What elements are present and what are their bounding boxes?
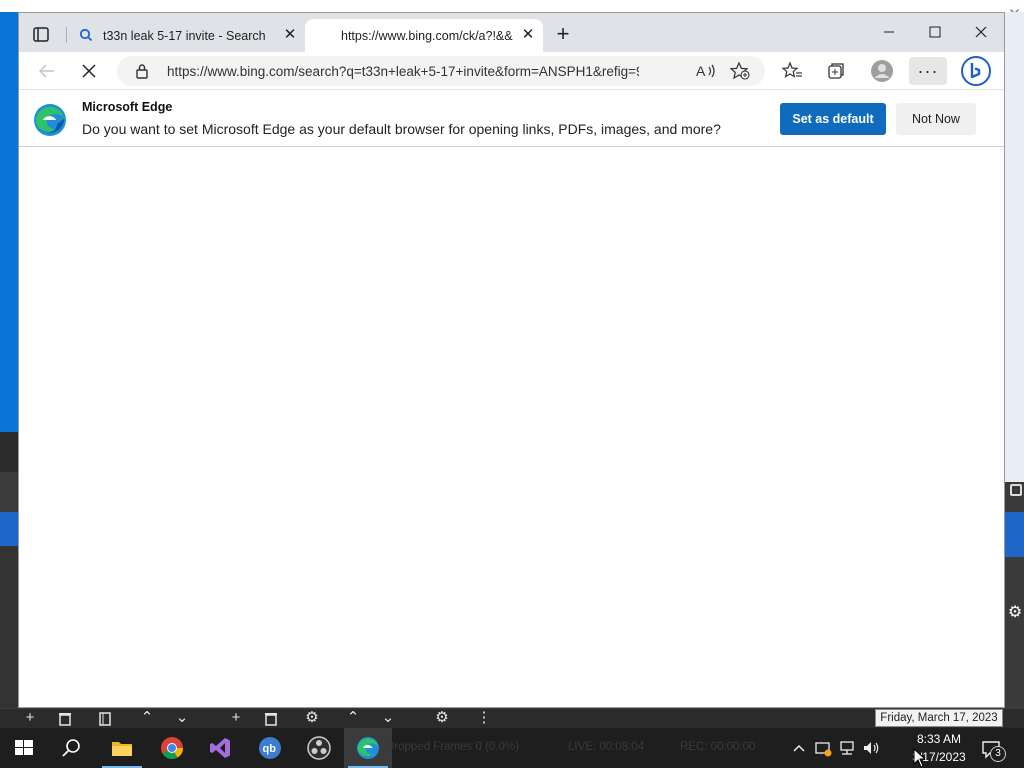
obs-filter-icon[interactable]	[92, 709, 118, 729]
read-aloud-icon[interactable]: A	[695, 61, 717, 86]
background-window-edge	[0, 0, 1024, 12]
add-favorite-icon[interactable]	[729, 61, 751, 86]
profile-avatar-icon[interactable]	[867, 57, 897, 85]
lock-icon[interactable]	[135, 63, 149, 84]
tab-close-icon[interactable]: ✕	[282, 27, 298, 43]
obs-more-icon[interactable]: ⋮	[471, 709, 497, 729]
background-square-icon	[1010, 484, 1022, 496]
obs-live-timer: LIVE: 00:08:04	[568, 741, 645, 753]
chrome-icon[interactable]	[148, 728, 196, 768]
obs-add-icon[interactable]: +	[17, 709, 43, 729]
settings-more-icon[interactable]: ···	[909, 57, 947, 85]
date-tooltip: Friday, March 17, 2023	[875, 709, 1003, 727]
svg-text:qb: qb	[263, 743, 277, 755]
infobar-title: Microsoft Edge	[82, 100, 173, 114]
qbittorrent-icon[interactable]: qb	[246, 728, 294, 768]
action-center-icon[interactable]: 3	[980, 736, 1008, 762]
file-explorer-icon[interactable]	[98, 728, 146, 768]
obs-up-icon-2[interactable]: ⌃	[340, 709, 366, 729]
obs-rec-timer: REC: 00:00:00	[680, 741, 756, 753]
default-browser-infobar: Microsoft Edge Do you want to set Micros…	[19, 90, 1004, 147]
favorites-icon[interactable]	[777, 57, 807, 85]
minimize-button[interactable]	[866, 17, 912, 47]
page-content-area[interactable]	[19, 147, 1004, 707]
search-taskbar-icon[interactable]	[48, 728, 96, 768]
obs-dock-toolbar: + ⌃ ⌄ + ⚙ ⌃ ⌄ ⚙ ⋮	[0, 708, 1024, 728]
stop-loading-icon[interactable]	[74, 57, 104, 85]
volume-icon[interactable]	[861, 738, 881, 758]
start-button[interactable]	[0, 728, 48, 768]
tab-active-label: https://www.bing.com/ck/a?!&&p	[341, 29, 513, 43]
mouse-cursor-icon	[913, 748, 925, 768]
obs-advanced-settings-icon[interactable]: ⚙	[429, 709, 455, 729]
svg-text:A: A	[696, 63, 706, 79]
edge-logo-icon	[33, 103, 67, 137]
obs-studio-icon[interactable]	[295, 728, 343, 768]
desktop-background	[0, 12, 18, 708]
edge-browser-window: t33n leak 5-17 invite - Search ✕ https:/…	[18, 12, 1005, 708]
visual-studio-icon[interactable]	[196, 728, 244, 768]
address-bar[interactable]: https://www.bing.com/search?q=t33n+leak+…	[117, 56, 765, 86]
obs-dropped-frames: Dropped Frames 0 (0.0%)	[386, 741, 519, 753]
obs-delete-icon[interactable]	[52, 709, 78, 729]
obs-down-icon[interactable]: ⌄	[169, 709, 195, 729]
new-tab-button[interactable]: +	[550, 22, 576, 48]
obs-up-icon[interactable]: ⌃	[134, 709, 160, 729]
obs-down-icon-2[interactable]: ⌄	[375, 709, 401, 729]
set-as-default-button[interactable]: Set as default	[780, 103, 886, 135]
tab-search[interactable]: t33n leak 5-17 invite - Search ✕	[71, 19, 303, 52]
close-window-button[interactable]	[958, 17, 1004, 47]
taskbar: qb Dropped Frames 0 (0.0%) LIVE: 00:08:0…	[0, 728, 1024, 768]
show-hidden-icons[interactable]	[789, 738, 809, 758]
address-url: https://www.bing.com/search?q=t33n+leak+…	[167, 64, 639, 79]
clock-time: 8:33 AM	[916, 732, 962, 746]
tab-active-loading[interactable]: https://www.bing.com/ck/a?!&&p ✕	[305, 19, 543, 52]
maximize-button[interactable]	[912, 17, 958, 47]
background-gear-icon[interactable]: ⚙	[1006, 603, 1024, 623]
collections-icon[interactable]	[821, 57, 851, 85]
tab-close-icon-active[interactable]: ✕	[520, 27, 536, 43]
tab-strip: t33n leak 5-17 invite - Search ✕ https:/…	[19, 13, 1004, 52]
network-icon[interactable]	[837, 738, 857, 758]
browser-toolbar: https://www.bing.com/search?q=t33n+leak+…	[19, 52, 1004, 90]
notification-count-badge: 3	[990, 746, 1006, 762]
not-now-button[interactable]: Not Now	[896, 103, 976, 135]
bing-chat-icon[interactable]	[959, 56, 993, 86]
infobar-message: Do you want to set Microsoft Edge as you…	[82, 121, 721, 137]
tab-search-label: t33n leak 5-17 invite - Search	[103, 29, 266, 43]
security-tray-icon[interactable]	[813, 738, 833, 758]
tab-actions-menu-icon[interactable]	[27, 23, 55, 47]
obs-add-icon-2[interactable]: +	[223, 709, 249, 729]
back-arrow-icon[interactable]	[32, 57, 62, 85]
obs-delete-icon-2[interactable]	[258, 709, 284, 729]
search-icon	[79, 28, 93, 45]
edge-taskbar-icon[interactable]	[344, 728, 392, 768]
obs-settings-icon[interactable]: ⚙	[299, 709, 325, 729]
